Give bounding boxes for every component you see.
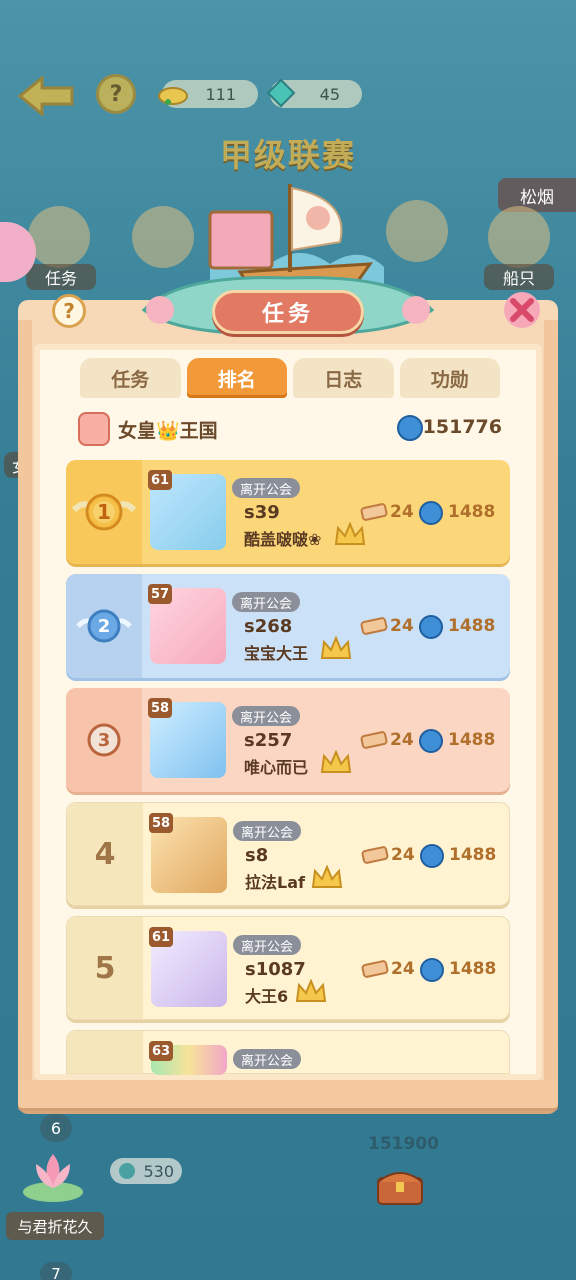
gold-counter: 111 bbox=[158, 80, 258, 108]
gold-icon bbox=[158, 87, 188, 105]
kingdom-name: 女皇👑王国 bbox=[118, 420, 218, 442]
scroll-count: 24 bbox=[390, 616, 414, 636]
close-icon[interactable] bbox=[500, 288, 544, 332]
compass-icon bbox=[419, 615, 443, 639]
league-title: 甲级联赛 bbox=[219, 136, 356, 174]
team-score: 530 bbox=[110, 1158, 182, 1184]
server-id: s8 bbox=[245, 845, 269, 866]
rank-row[interactable]: 5 61 离开公会 s1087 大王6 24 1488 bbox=[66, 916, 510, 1020]
crown-icon bbox=[334, 522, 366, 545]
player-name: 酷盖啵啵❀ bbox=[244, 530, 322, 549]
gem-counter: 45 bbox=[266, 78, 362, 108]
gem-value: 45 bbox=[319, 84, 340, 104]
level-badge: 58 bbox=[148, 698, 173, 718]
tab-tasks[interactable]: 任务 bbox=[80, 358, 181, 398]
level-badge: 63 bbox=[149, 1041, 174, 1061]
crown-icon bbox=[311, 865, 343, 888]
total-score: 151900 bbox=[368, 1134, 439, 1154]
player-name: 拉法Laf bbox=[245, 873, 305, 892]
compass-icon bbox=[119, 1163, 135, 1179]
points-value: 1488 bbox=[448, 616, 496, 636]
scroll-count: 24 bbox=[390, 730, 414, 750]
help-icon[interactable]: ? bbox=[96, 74, 136, 114]
tab-merit[interactable]: 功勋 bbox=[399, 358, 500, 398]
guild-tag: 离开公会 bbox=[232, 592, 301, 612]
level-badge: 58 bbox=[149, 813, 174, 833]
player-name: 大王6 bbox=[245, 987, 289, 1006]
kingdom-flag-icon bbox=[78, 412, 110, 446]
tab-ranking[interactable]: 排名 bbox=[186, 358, 287, 398]
back-arrow-icon[interactable] bbox=[16, 76, 76, 116]
rank-row[interactable]: 1 61 离开公会 s39 酷盖啵啵❀ 24 1488 bbox=[66, 460, 510, 564]
guild-tag: 离开公会 bbox=[233, 935, 302, 955]
side-icon-3[interactable] bbox=[386, 200, 448, 262]
panel-title: 任务 bbox=[212, 290, 364, 334]
team-score-value: 530 bbox=[143, 1161, 174, 1181]
compass-icon bbox=[397, 415, 423, 441]
rank-badge: 7 bbox=[40, 1262, 72, 1280]
crown-icon bbox=[320, 750, 352, 773]
rank-number: 4 bbox=[94, 836, 116, 872]
points-value: 1488 bbox=[448, 502, 496, 522]
guild-tag: 离开公会 bbox=[232, 706, 301, 726]
guild-tag: 离开公会 bbox=[233, 821, 302, 841]
player-name: 宝宝大王 bbox=[244, 644, 309, 663]
scroll-icon bbox=[360, 503, 388, 521]
compass-icon bbox=[420, 958, 444, 982]
guild-tag: 离开公会 bbox=[232, 478, 301, 498]
scroll-icon bbox=[361, 960, 389, 978]
compass-icon bbox=[419, 501, 443, 525]
ship-side-label: 船只 bbox=[484, 264, 554, 290]
level-badge: 61 bbox=[148, 470, 173, 490]
rank-badge: 6 bbox=[40, 1114, 72, 1142]
side-icon-2[interactable] bbox=[132, 206, 194, 268]
tab-log[interactable]: 日志 bbox=[293, 358, 394, 398]
team-name: 与君折花久 bbox=[6, 1212, 104, 1240]
rank-row[interactable]: 2 57 离开公会 s268 宝宝大王 24 1488 bbox=[66, 574, 510, 678]
rank-number: 3 bbox=[97, 729, 111, 751]
rank-number: 2 bbox=[97, 615, 111, 637]
ship-side-icon[interactable] bbox=[488, 206, 550, 268]
panel-help-button[interactable]: ? bbox=[52, 294, 86, 328]
points-value: 1488 bbox=[448, 730, 496, 750]
crown-icon bbox=[320, 636, 352, 659]
gold-value: 111 bbox=[205, 84, 236, 104]
chest-icon[interactable] bbox=[374, 1164, 426, 1206]
scroll-count: 24 bbox=[391, 959, 415, 979]
rank-number: 5 bbox=[94, 950, 116, 986]
guild-tag: 离开公会 bbox=[233, 1049, 302, 1069]
scroll-count: 24 bbox=[391, 845, 415, 865]
rank-row[interactable]: 63 离开公会 bbox=[66, 1030, 510, 1075]
scroll-count: 24 bbox=[390, 502, 414, 522]
task-side-icon[interactable] bbox=[28, 206, 90, 268]
rank-number: 1 bbox=[97, 500, 111, 524]
rank-row[interactable]: 3 58 离开公会 s257 唯心而已 24 1488 bbox=[66, 688, 510, 792]
lotus-icon[interactable] bbox=[18, 1146, 88, 1206]
gem-icon bbox=[266, 78, 296, 108]
level-badge: 57 bbox=[148, 584, 173, 604]
points-value: 1488 bbox=[449, 845, 497, 865]
task-side-label: 任务 bbox=[26, 264, 96, 290]
points-value: 1488 bbox=[449, 959, 497, 979]
server-id: s257 bbox=[244, 730, 293, 751]
crown-icon bbox=[295, 979, 327, 1002]
scroll-icon bbox=[361, 846, 389, 864]
scroll-icon bbox=[360, 731, 388, 749]
rank-row[interactable]: 4 58 离开公会 s8 拉法Laf 24 1488 bbox=[66, 802, 510, 906]
player-name: 唯心而已 bbox=[244, 758, 309, 777]
kingdom-summary: 女皇👑王国 151776 bbox=[76, 410, 506, 450]
panel-tabs: 任务 排名 日志 功勋 bbox=[80, 358, 500, 398]
scroll-icon bbox=[360, 617, 388, 635]
compass-icon bbox=[420, 844, 444, 868]
kingdom-score: 151776 bbox=[422, 416, 502, 438]
server-id: s268 bbox=[244, 616, 293, 637]
compass-icon bbox=[419, 729, 443, 753]
panel-bottom-roll bbox=[18, 1080, 558, 1108]
level-badge: 61 bbox=[149, 927, 174, 947]
server-id: s1087 bbox=[245, 959, 306, 980]
top-bar: ? 111 45 bbox=[12, 74, 372, 118]
server-id: s39 bbox=[244, 502, 280, 523]
